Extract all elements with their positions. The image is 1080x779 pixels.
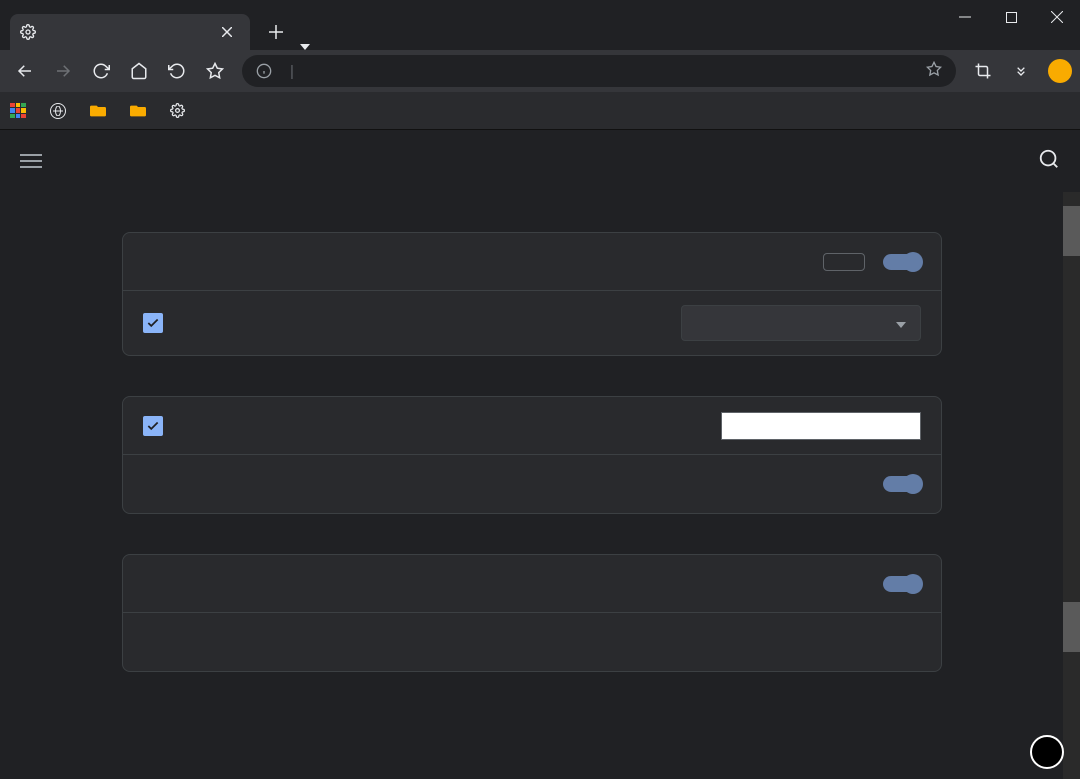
plus-icon: [269, 25, 283, 39]
undo-icon: [168, 62, 186, 80]
maximize-button[interactable]: [988, 0, 1034, 34]
row-manage-shortcut[interactable]: [123, 613, 941, 671]
bookmark-import[interactable]: [170, 103, 191, 118]
apps-button[interactable]: [10, 103, 32, 119]
arrow-left-icon: [16, 62, 34, 80]
bookmark-folder-common[interactable]: [90, 104, 112, 118]
profile-button[interactable]: [1048, 59, 1072, 83]
browser-tab[interactable]: [10, 14, 250, 50]
checkbox-auto-clean[interactable]: [143, 313, 163, 333]
interval-select[interactable]: [681, 305, 921, 341]
double-chevron-down-icon: [1013, 63, 1029, 79]
minimize-button[interactable]: [942, 0, 988, 34]
undo-close-button[interactable]: [160, 54, 194, 88]
check-icon: [146, 419, 160, 433]
bookmark-button[interactable]: [198, 54, 232, 88]
toggle-boss-mute[interactable]: [883, 476, 921, 492]
tab-dropdown-button[interactable]: [290, 44, 320, 50]
tab-close-button[interactable]: [222, 23, 240, 41]
scrollbar-thumb[interactable]: [1063, 602, 1080, 652]
arrow-right-icon: [54, 62, 72, 80]
address-bar[interactable]: |: [242, 55, 956, 87]
maximize-icon: [1006, 12, 1017, 23]
extensions-menu-button[interactable]: [1004, 54, 1038, 88]
row-boss-mute: [123, 455, 941, 513]
close-icon: [222, 27, 232, 37]
toggle-single-ext[interactable]: [883, 254, 921, 270]
reload-icon: [92, 62, 110, 80]
scrollbar-thumb[interactable]: [1063, 206, 1080, 256]
bookmark-folder-shopping[interactable]: [130, 104, 152, 118]
bookmark-star-button[interactable]: [926, 61, 942, 81]
crop-icon: [974, 62, 992, 80]
nav-back-button[interactable]: [8, 54, 42, 88]
nav-forward-button[interactable]: [46, 54, 80, 88]
panel-memory: [122, 232, 942, 356]
site-info-button[interactable]: [256, 63, 272, 79]
gear-icon: [20, 24, 36, 40]
close-icon: [1051, 11, 1063, 23]
toggle-shortcut-enable[interactable]: [883, 576, 921, 592]
star-icon: [206, 62, 224, 80]
reload-button[interactable]: [84, 54, 118, 88]
settings-content[interactable]: [0, 192, 1063, 779]
row-single-ext: [123, 233, 941, 291]
row-auto-clean: [123, 291, 941, 355]
star-icon: [926, 61, 942, 77]
apps-icon: [10, 103, 26, 119]
menu-button[interactable]: [20, 150, 42, 172]
chevron-down-icon: [896, 315, 906, 331]
minimize-icon: [959, 11, 971, 23]
gear-icon: [170, 103, 185, 118]
bookmark-kill-tab[interactable]: [50, 103, 72, 119]
search-button[interactable]: [1038, 148, 1060, 175]
check-icon: [146, 316, 160, 330]
panel-boss: [122, 396, 942, 514]
content-scrollbar[interactable]: [1063, 192, 1080, 779]
crop-button[interactable]: [966, 54, 1000, 88]
restart-button[interactable]: [823, 253, 865, 271]
folder-icon: [90, 104, 106, 118]
panel-shortcut: [122, 554, 942, 672]
row-enable-boss: [123, 397, 941, 455]
home-button[interactable]: [122, 54, 156, 88]
globe-icon: [50, 103, 66, 119]
checkbox-boss-enable[interactable]: [143, 416, 163, 436]
new-tab-button[interactable]: [262, 18, 290, 46]
watermark-badge: [1030, 735, 1064, 769]
info-icon: [256, 63, 272, 79]
home-icon: [130, 62, 148, 80]
watermark: [1030, 735, 1068, 769]
row-enable-shortcut: [123, 555, 941, 613]
omnibox-divider: |: [290, 63, 294, 80]
boss-hotkey-input[interactable]: [721, 412, 921, 440]
folder-icon: [130, 104, 146, 118]
search-icon: [1038, 148, 1060, 170]
chevron-down-icon: [300, 44, 310, 50]
close-window-button[interactable]: [1034, 0, 1080, 34]
